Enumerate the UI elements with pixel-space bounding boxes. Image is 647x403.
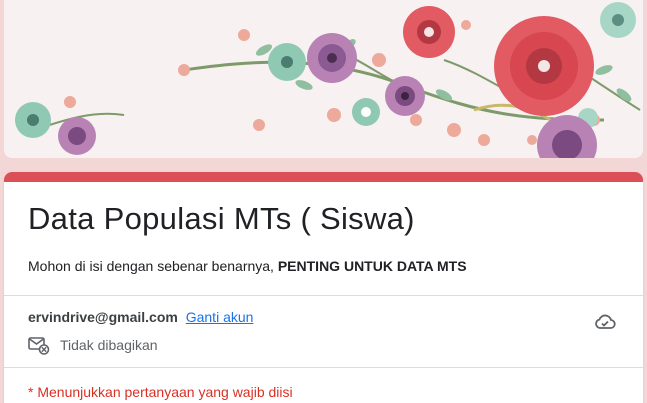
- form-header-card: Data Populasi MTs ( Siswa) Mohon di isi …: [4, 172, 643, 403]
- mail-not-shared-icon: [28, 335, 50, 355]
- required-note-row: * Menunjukkan pertanyaan yang wajib diis…: [4, 368, 643, 403]
- switch-account-link[interactable]: Ganti akun: [186, 309, 254, 325]
- floral-illustration: [15, 2, 641, 158]
- share-status-text: Tidak dibagikan: [60, 337, 158, 353]
- card-accent-bar: [4, 172, 643, 182]
- form-page: Data Populasi MTs ( Siswa) Mohon di isi …: [0, 0, 647, 403]
- account-line: ervindrive@gmail.com Ganti akun: [28, 307, 253, 327]
- form-header: Data Populasi MTs ( Siswa) Mohon di isi …: [4, 199, 643, 276]
- form-description-bold: PENTING UNTUK DATA MTS: [277, 258, 467, 274]
- form-description: Mohon di isi dengan sebenar benarnya, PE…: [28, 256, 619, 276]
- cloud-icon: [593, 310, 617, 334]
- share-status: Tidak dibagikan: [28, 335, 158, 355]
- form-title: Data Populasi MTs ( Siswa): [28, 201, 415, 236]
- account-email: ervindrive@gmail.com: [28, 309, 178, 325]
- required-fields-note: * Menunjukkan pertanyaan yang wajib diis…: [28, 384, 293, 400]
- account-section: ervindrive@gmail.com Ganti akun Tidak di…: [4, 296, 643, 367]
- header-banner-image: [4, 0, 643, 158]
- form-description-text: Mohon di isi dengan sebenar benarnya,: [28, 258, 278, 274]
